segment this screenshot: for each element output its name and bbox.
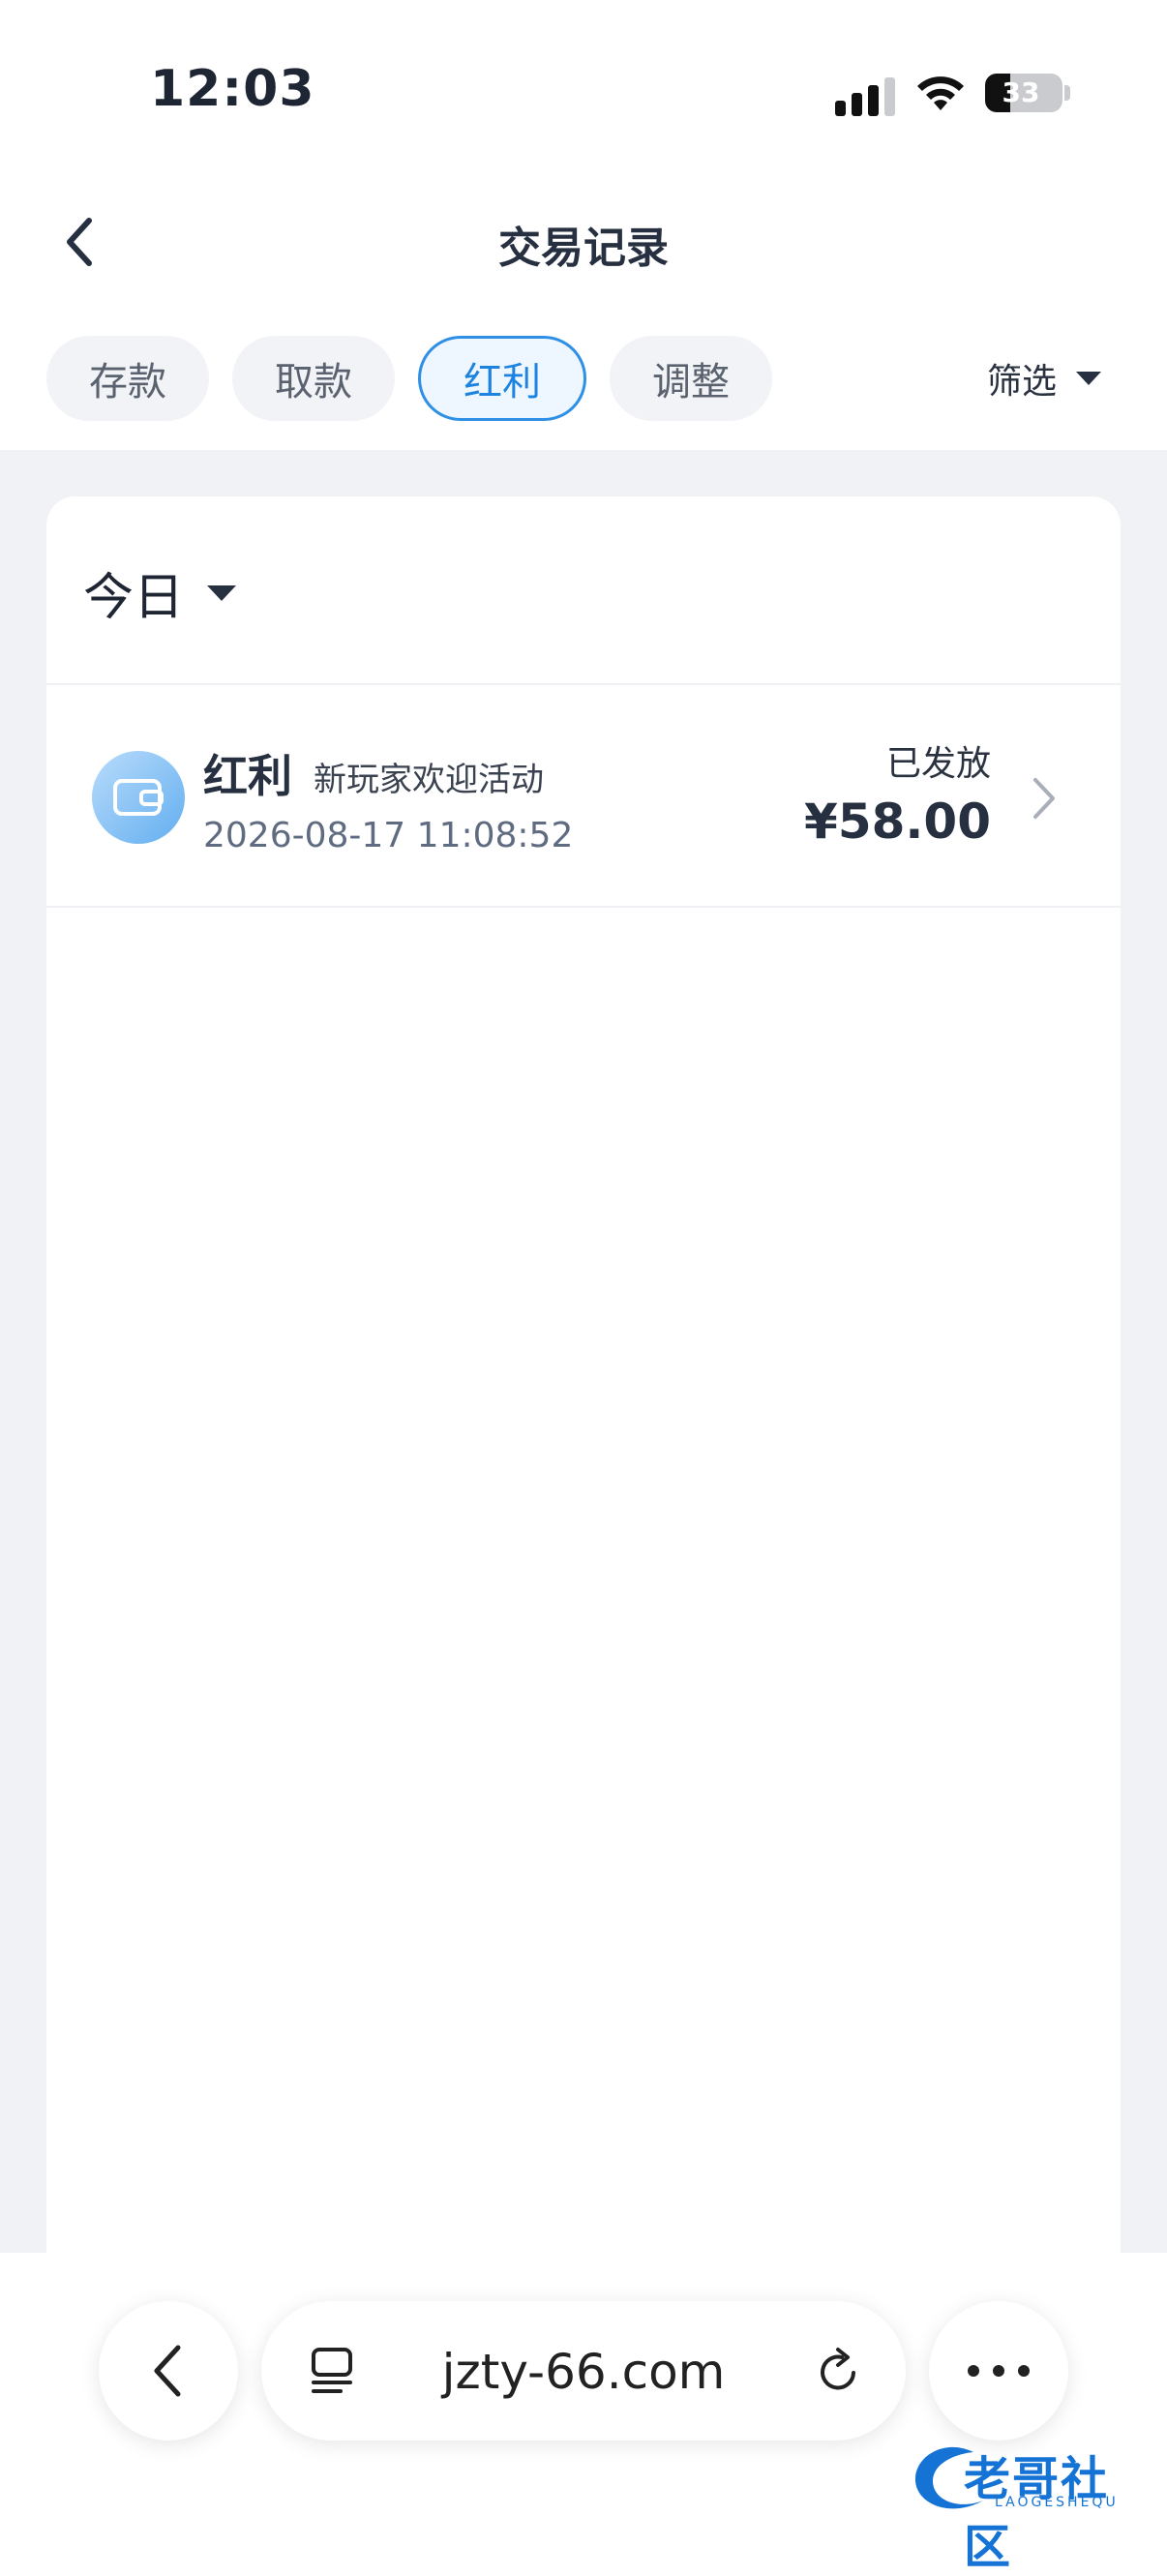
transaction-datetime: 2026-08-17 11:08:52 <box>203 816 574 855</box>
tab-deposit[interactable]: 存款 <box>46 336 209 421</box>
ellipsis-icon <box>968 2365 1030 2377</box>
page-title: 交易记录 <box>498 224 669 273</box>
status-bar: 12:03 33 <box>0 0 1167 184</box>
tab-label: 红利 <box>464 360 541 404</box>
transaction-row[interactable]: 红利 新玩家欢迎活动 2026-08-17 11:08:52 已发放 ¥58.0… <box>46 685 1121 906</box>
more-options-button[interactable] <box>929 2301 1068 2441</box>
battery-percent: 33 <box>1002 76 1040 108</box>
watermark-subtext: LAOGESHEQU <box>995 2495 1119 2510</box>
address-bar[interactable]: jzty-66.com <box>261 2301 906 2441</box>
browser-back-button[interactable] <box>99 2301 238 2441</box>
transaction-description: 新玩家欢迎活动 <box>314 761 544 799</box>
wifi-icon <box>917 76 964 110</box>
chevron-right-icon <box>1033 778 1055 819</box>
cellular-signal-icon <box>835 75 895 116</box>
filter-dropdown[interactable]: 筛选 <box>987 353 1103 404</box>
caret-down-icon <box>207 584 237 601</box>
battery-icon: 33 <box>985 74 1062 112</box>
caret-down-icon <box>1076 372 1102 385</box>
wallet-icon <box>92 751 185 844</box>
battery-nub <box>1064 85 1070 101</box>
tab-bonus[interactable]: 红利 <box>418 336 586 421</box>
transaction-type: 红利 <box>203 750 292 802</box>
tab-label: 调整 <box>652 360 730 404</box>
chevron-left-icon <box>154 2345 181 2397</box>
divider <box>46 906 1121 908</box>
tab-withdraw[interactable]: 取款 <box>232 336 395 421</box>
url-text[interactable]: jzty-66.com <box>261 2344 906 2400</box>
site-watermark: 老哥社区 LAOGESHEQU <box>906 2429 1148 2574</box>
tab-label: 取款 <box>275 360 352 404</box>
reload-icon[interactable] <box>813 2344 865 2398</box>
status-time: 12:03 <box>150 60 315 118</box>
transaction-amount: ¥58.00 <box>804 794 991 850</box>
filter-label: 筛选 <box>987 362 1058 402</box>
date-range-dropdown[interactable]: 今日 <box>83 556 238 629</box>
date-range-label: 今日 <box>83 569 185 627</box>
records-card: 今日 红利 新玩家欢迎活动 2026-08-17 11:08:52 已发放 ¥5… <box>46 496 1121 2316</box>
tab-adjustment[interactable]: 调整 <box>610 336 772 421</box>
tab-label: 存款 <box>89 360 166 404</box>
transaction-status: 已发放 <box>885 744 991 784</box>
